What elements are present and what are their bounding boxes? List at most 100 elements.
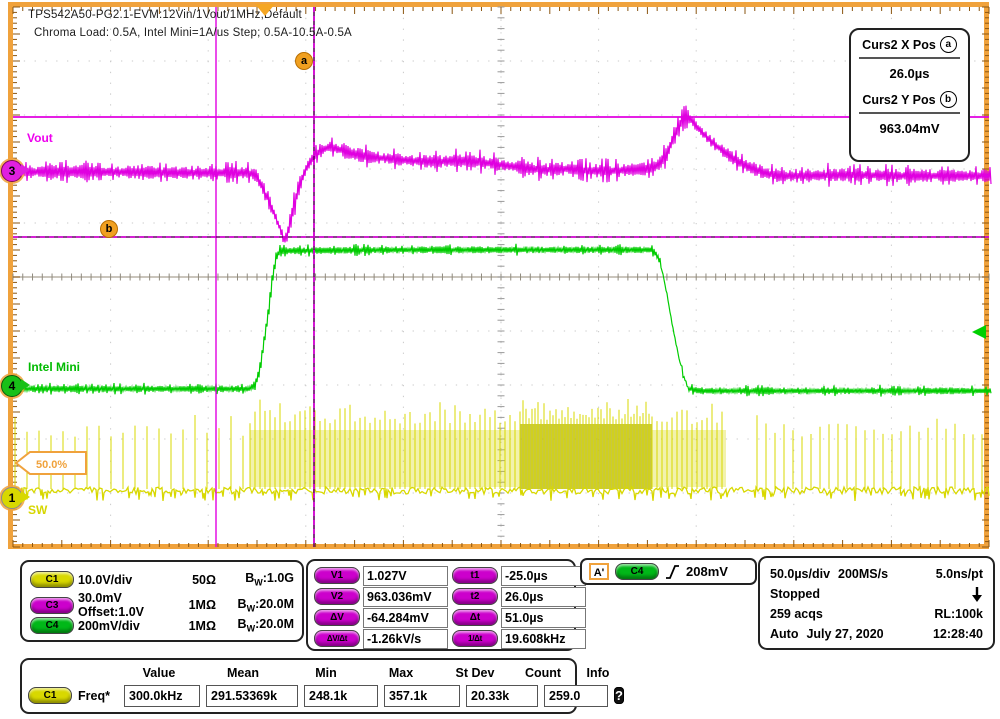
timebase-panel[interactable]: 50.0µs/div 200MS/s 5.0ns/pt Stopped 259 … [758,556,995,650]
timebase-row4: Auto July 27, 2020 12:28:40 [770,624,983,644]
dt-pill[interactable]: Δt [452,609,498,626]
setup-title-line2: Chroma Load: 0.5A, Intel Mini=1A/us Step… [34,27,352,39]
trigger-level-arrow-icon[interactable] [972,325,986,339]
acquisition-state: Stopped [770,587,820,601]
info-icon[interactable]: ? [614,687,624,704]
meas-min: 248.1k [304,685,378,707]
c1-channel-pill[interactable]: C1 [30,571,74,588]
v1-pill[interactable]: V1 [314,567,360,584]
header-count: Count [514,666,572,680]
scope-screen: TPS542A50-PG2.1-EVM:12Vin/1Vout/1MHz,Def… [0,0,1000,553]
trigger-mode: Auto [770,627,798,641]
cursor-readout-panel[interactable]: Curs2 X Pos a 26.0µs Curs2 Y Pos b 963.0… [849,28,970,162]
trigger-source-pill[interactable]: C4 [615,563,659,580]
record-length: RL:100k [934,607,983,621]
voltage-cursor-group: V11.027V V2963.036mV ΔV-64.284mV ΔV/Δt-1… [314,566,448,644]
single-seq-arrow-icon [971,586,983,603]
measurement-table[interactable]: Value Mean Min Max St Dev Count Info C1 … [20,658,577,714]
meas-max: 357.1k [384,685,460,707]
sample-resolution: 5.0ns/pt [936,567,983,581]
acquisition-count: 259 acqs [770,607,823,621]
dv-pill[interactable]: ΔV [314,609,360,626]
c1-impedance: 50Ω [164,573,216,587]
meas-source-pill[interactable]: C1 [28,687,72,704]
timebase-row1: 50.0µs/div 200MS/s 5.0ns/pt [770,564,983,584]
cursor-a-handle[interactable]: a [295,52,313,70]
header-stdev: St Dev [442,666,508,680]
t1-pill[interactable]: t1 [452,567,498,584]
cursor-a-badge-icon: a [940,36,957,53]
meas-mean: 291.53369k [206,685,298,707]
curs2-y-value: 963.04mV [859,114,960,146]
meas-name: Freq* [78,689,110,703]
inv-dt-value: 19.608kHz [501,629,586,649]
v2-pill[interactable]: V2 [314,588,360,605]
t2-value: 26.0µs [501,587,586,607]
measurement-row-freq: C1 Freq* 300.0kHz 291.53369k 248.1k 357.… [28,683,569,708]
dt-value: 51.0µs [501,608,586,628]
oscilloscope-screenshot: TPS542A50-PG2.1-EVM:12Vin/1Vout/1MHz,Def… [0,0,1000,719]
inv-dt-pill[interactable]: 1/Δt [452,630,498,647]
c3-channel-pill[interactable]: C3 [30,597,74,614]
t1-value: -25.0µs [501,566,586,586]
cursor-b-handle[interactable]: b [100,220,118,238]
time-display: 12:28:40 [933,627,983,641]
header-mean: Mean [200,666,286,680]
curs2-x-label: Curs2 X Pos [862,38,936,52]
trigger-50pct-flag[interactable]: 50.0% [14,449,90,477]
curs2-x-label-row: Curs2 X Pos a [859,36,960,59]
cursor-values-panel[interactable]: V11.027V V2963.036mV ΔV-64.284mV ΔV/Δt-1… [306,559,576,651]
meas-stdev: 20.33k [466,685,538,707]
timebase-scale: 50.0µs/div [770,567,830,581]
channel-row-c3: C3 30.0mV Offset:1.0V 1MΩ BW:20.0M [30,591,294,614]
c1-scale: 10.0V/div [78,573,164,587]
time-cursor-group: t1-25.0µs t226.0µs Δt51.0µs 1/Δt19.608kH… [452,566,586,644]
dv-value: -64.284mV [363,608,448,628]
trace-label-sw: SW [28,503,47,517]
c4-scale: 200mV/div [78,619,164,633]
channel4-position-marker[interactable]: 4 [1,375,23,397]
timebase-row3: 259 acqs RL:100k [770,604,983,624]
trigger-50pct-label: 50.0% [36,459,67,471]
measurement-header-row: Value Mean Min Max St Dev Count Info [28,663,569,683]
v2-value: 963.036mV [363,587,448,607]
c3-impedance: 1MΩ [164,598,216,612]
dvdt-value: -1.26kV/s [363,629,448,649]
dvdt-pill[interactable]: ΔV/Δt [314,630,360,647]
header-info: Info [578,666,618,680]
trigger-position-icon[interactable] [255,4,275,16]
c4-bandwidth: BW:20.0M [216,617,294,634]
c4-channel-pill[interactable]: C4 [30,617,74,634]
rising-edge-icon [665,563,680,581]
channel-row-c1: C1 10.0V/div 50Ω BW:1.0G [30,568,294,591]
meas-count: 259.0 [544,685,608,707]
channel3-arrow-icon [21,164,30,176]
c3-scale: 30.0mV Offset:1.0V [78,591,164,619]
channel-settings-panel[interactable]: C1 10.0V/div 50Ω BW:1.0G C3 30.0mV Offse… [20,560,304,642]
date-display: July 27, 2020 [806,627,883,641]
trigger-settings-panel[interactable]: A' C4 208mV [580,558,757,585]
c3-bandwidth: BW:20.0M [216,597,294,614]
aux-trigger-badge: A' [589,563,609,580]
meas-value: 300.0kHz [124,685,200,707]
channel3-position-marker[interactable]: 3 [1,160,23,182]
channel1-arrow-icon [21,491,30,503]
c4-impedance: 1MΩ [164,619,216,633]
sample-rate: 200MS/s [838,567,888,581]
cursor-b-badge-icon: b [940,91,957,108]
channel1-position-marker[interactable]: 1 [1,487,23,509]
trace-label-intelmini: Intel Mini [28,360,80,374]
header-value: Value [124,666,194,680]
trigger-level-value: 208mV [686,564,728,579]
header-max: Max [366,666,436,680]
v1-value: 1.027V [363,566,448,586]
c1-bandwidth: BW:1.0G [216,571,294,588]
curs2-x-value: 26.0µs [859,59,960,91]
header-min: Min [292,666,360,680]
timebase-row2: Stopped [770,584,983,604]
trace-label-vout: Vout [27,131,53,145]
curs2-y-label-row: Curs2 Y Pos b [859,91,960,114]
curs2-y-label: Curs2 Y Pos [862,93,935,107]
channel4-arrow-icon [21,379,30,391]
t2-pill[interactable]: t2 [452,588,498,605]
